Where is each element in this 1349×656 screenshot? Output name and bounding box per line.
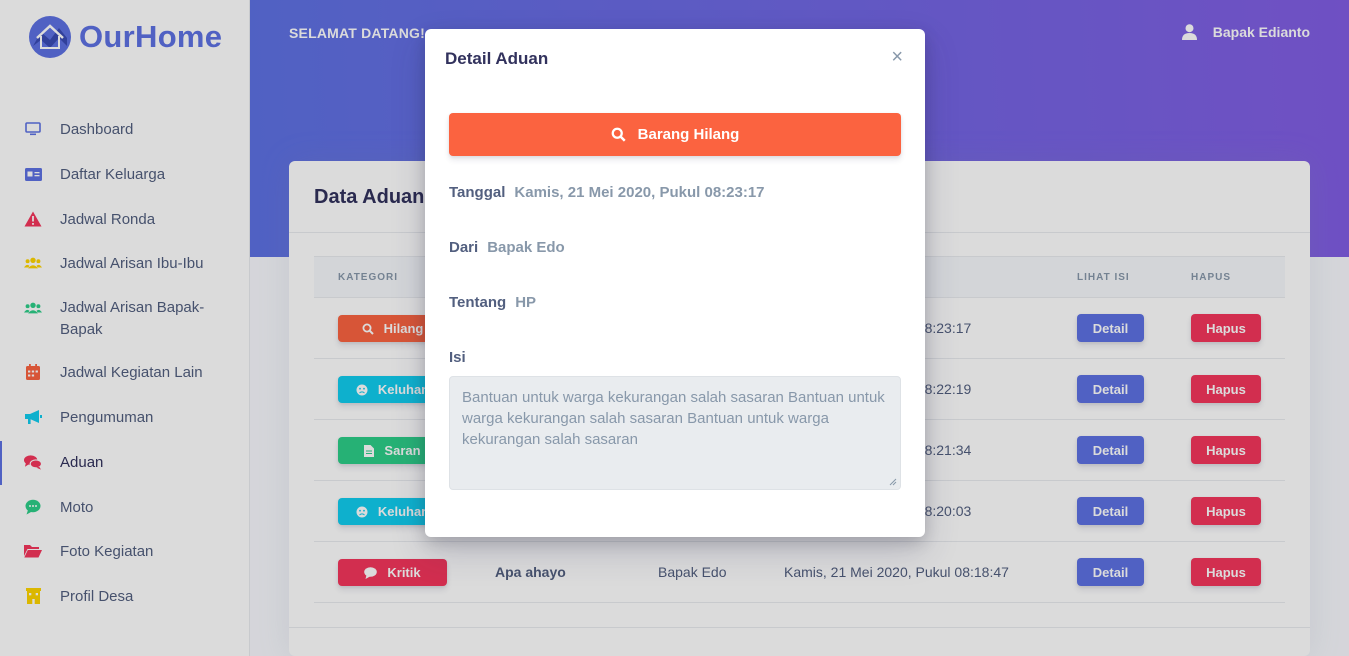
search-icon [611,127,626,142]
detail-aduan-modal: Detail Aduan × Barang Hilang Tanggal Kami… [425,29,925,537]
resize-handle-icon[interactable] [889,478,897,486]
dari-field: Dari Bapak Edo [449,239,565,256]
tanggal-label: Tanggal [449,184,506,201]
modal-title: Detail Aduan [445,49,549,68]
category-banner-label: Barang Hilang [637,126,740,143]
isi-label: Isi [449,349,466,366]
category-banner: Barang Hilang [449,113,901,156]
dari-value: Bapak Edo [487,239,565,256]
tentang-label: Tentang [449,294,507,311]
tanggal-value: Kamis, 21 Mei 2020, Pukul 08:23:17 [514,184,765,201]
close-icon[interactable]: × [891,47,903,67]
tentang-value: HP [515,294,537,311]
isi-textarea[interactable]: Bantuan untuk warga kekurangan salah sas… [449,376,901,490]
dari-label: Dari [449,239,479,256]
isi-field: Isi [449,349,466,366]
tentang-field: Tentang HP [449,294,536,311]
isi-text: Bantuan untuk warga kekurangan salah sas… [462,389,885,448]
tanggal-field: Tanggal Kamis, 21 Mei 2020, Pukul 08:23:1… [449,184,765,201]
